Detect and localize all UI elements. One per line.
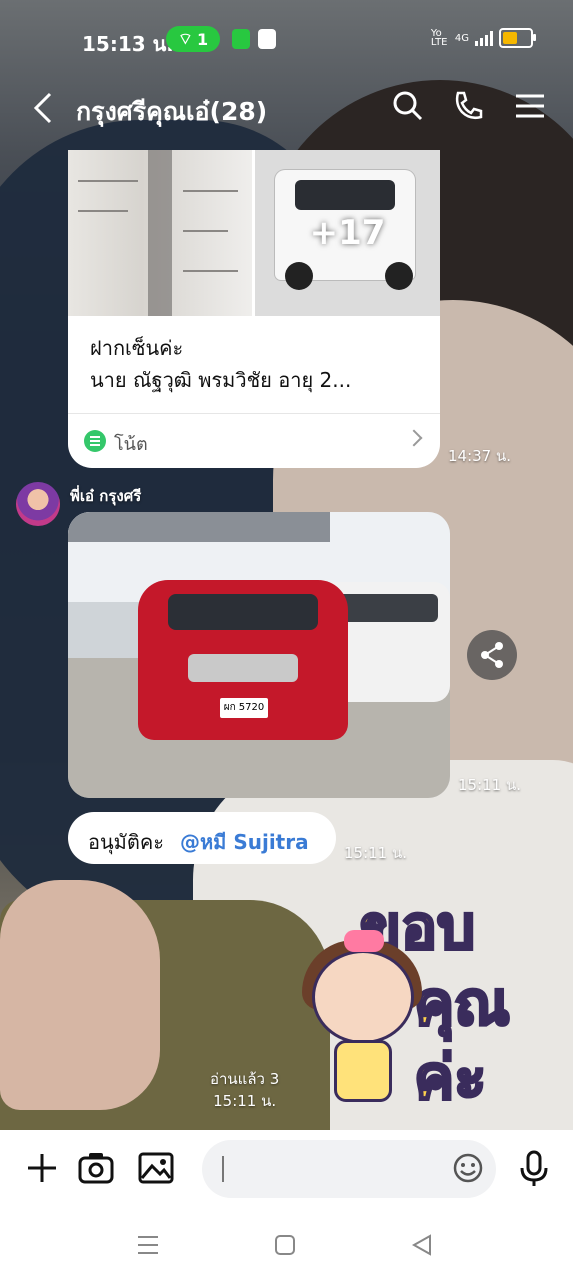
chat-header: กรุงศรีคุณเอ๋(28): [0, 78, 573, 138]
camera-icon[interactable]: [76, 1148, 116, 1188]
note-images[interactable]: +17: [68, 150, 440, 316]
message-input[interactable]: [202, 1140, 496, 1198]
read-status: อ่านแล้ว 3: [210, 1070, 280, 1088]
note-icon: [84, 430, 106, 452]
back-icon[interactable]: [408, 1232, 436, 1258]
chevron-right-icon: [405, 429, 423, 447]
car-photo-message[interactable]: ผก 5720: [68, 512, 450, 798]
hotspot-count: 1: [196, 29, 209, 49]
message-text: อนุมัติคะ: [88, 830, 164, 854]
hotspot-icon: ⌔: [177, 29, 193, 48]
plus-icon[interactable]: [22, 1148, 62, 1188]
mention-link[interactable]: @หมี Sujitra: [180, 826, 309, 858]
note-footer-label: โน้ต: [114, 434, 148, 455]
microphone-icon[interactable]: [514, 1148, 554, 1188]
note-footer[interactable]: โน้ต: [68, 413, 440, 468]
notification-app-icon: [232, 29, 250, 49]
note-text: ฝากเซ็นค่ะ นาย ณัฐวุฒิ พรมวิชัย อายุ 2..…: [90, 332, 351, 396]
share-icon[interactable]: [467, 630, 517, 680]
menu-icon[interactable]: [512, 88, 548, 124]
image-icon[interactable]: [136, 1148, 176, 1188]
message-input-bar: [0, 1130, 573, 1210]
status-bar: 15:13 น. ⌔ 1 Yo LTE 4G: [0, 0, 573, 78]
signal-icon: [475, 30, 493, 46]
document-photo[interactable]: [68, 150, 252, 316]
note-message-card[interactable]: +17 ฝากเซ็นค่ะ นาย ณัฐวุฒิ พรมวิชัย อายุ…: [68, 150, 440, 468]
message-timestamp: 15:11 น.: [344, 844, 408, 862]
search-icon[interactable]: [390, 88, 426, 124]
network-label: 4G: [454, 32, 469, 44]
chat-title[interactable]: กรุงศรีคุณเอ๋(28): [76, 92, 267, 132]
status-right-icons: Yo LTE 4G: [430, 28, 536, 48]
note-text-line2: นาย ณัฐวุฒิ พรมวิชัย อายุ 2...: [90, 368, 352, 392]
message-timestamp: 15:11 น.: [213, 1092, 277, 1110]
hotspot-pill: ⌔ 1: [166, 26, 220, 52]
volte-label: Yo LTE: [430, 28, 448, 48]
battery-icon: [499, 28, 536, 48]
message-timestamp: 15:11 น.: [458, 776, 522, 794]
note-text-line1: ฝากเซ็นค่ะ: [90, 336, 184, 360]
notification-7-eleven-icon: [258, 29, 276, 49]
truck-photo[interactable]: +17: [255, 150, 440, 316]
read-receipt: อ่านแล้ว 3 15:11 น.: [210, 1068, 279, 1112]
emoji-icon[interactable]: [452, 1152, 484, 1184]
sender-name: พี่เอ๋ กรุงศรี: [70, 487, 142, 505]
recents-icon[interactable]: [134, 1232, 162, 1258]
system-navigation-bar: [0, 1210, 573, 1280]
license-plate: ผก 5720: [220, 698, 268, 718]
message-timestamp: 14:37 น.: [448, 447, 512, 465]
back-arrow-icon[interactable]: [30, 88, 58, 128]
thank-you-sticker[interactable]: ขอบ คุณ ค่ะ: [290, 880, 560, 1130]
status-time: 15:13 น.: [82, 32, 174, 56]
more-photos-count: +17: [309, 213, 386, 253]
phone-icon[interactable]: [450, 88, 486, 124]
text-cursor: [222, 1156, 224, 1182]
home-icon[interactable]: [271, 1232, 299, 1258]
text-message-bubble[interactable]: อนุมัติคะ @หมี Sujitra: [68, 812, 336, 864]
avatar[interactable]: [16, 482, 60, 526]
